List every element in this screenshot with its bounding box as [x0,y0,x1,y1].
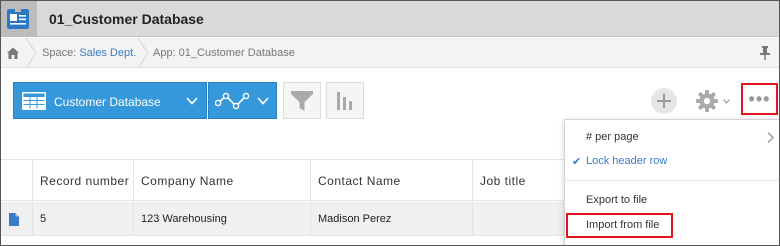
cell-job-title [472,202,564,236]
more-icon: ••• [748,89,771,109]
pin-icon[interactable] [759,46,771,60]
table-view-icon [22,92,46,110]
import-highlight-box [566,213,673,238]
add-record-button[interactable] [651,88,677,114]
column-header-icon [1,160,32,202]
breadcrumb-separator [25,38,37,68]
chart-button[interactable] [326,82,364,119]
column-header-contact-name[interactable]: Contact Name [310,160,472,202]
app-icon-container [1,1,37,37]
graph-icon [215,92,249,110]
filter-icon [291,91,313,111]
menu-item-export[interactable]: Export to file [565,194,779,210]
cell-record-number: 5 [32,202,133,236]
cell-contact-name: Madison Perez [310,202,472,236]
menu-item-lock-header-row[interactable]: ✔ Lock header row [565,155,779,171]
check-icon: ✔ [572,156,582,168]
cell-company-name: 123 Warehousing [133,202,310,236]
view-name: Customer Database [54,95,161,109]
chevron-down-icon [257,97,269,105]
menu-item-lock-header-label: Lock header row [586,155,668,167]
chevron-down-icon [723,99,730,104]
breadcrumb-space: Space: Sales Dept. [42,47,136,59]
column-header-job-title[interactable]: Job title [472,160,564,202]
title-bar: 01_Customer Database [1,1,779,37]
more-options-button[interactable]: ••• [741,83,778,115]
home-icon[interactable] [5,45,21,61]
menu-item-export-label: Export to file [586,194,648,206]
chart-icon [337,92,352,110]
app-icon [7,9,29,29]
app-settings-button[interactable] [695,89,731,113]
breadcrumb-app[interactable]: App: 01_Customer Database [153,47,295,59]
column-header-record-number[interactable]: Record number [32,160,133,202]
record-icon[interactable] [9,213,19,226]
app-title: 01_Customer Database [49,11,204,27]
plus-icon [657,94,671,108]
options-menu: # per page ✔ Lock header row Export to f… [564,119,779,245]
chevron-right-icon [767,132,774,143]
gear-icon [696,90,718,112]
menu-divider [565,180,779,181]
breadcrumb-space-link[interactable]: Sales Dept. [79,47,136,59]
view-selector[interactable]: Customer Database [13,82,207,119]
filter-button[interactable] [283,82,321,119]
chevron-down-icon [186,97,198,105]
breadcrumb-space-prefix: Space: [42,47,80,59]
menu-item-per-page-label: # per page [586,131,639,143]
column-header-company-name[interactable]: Company Name [133,160,310,202]
breadcrumb-separator [137,38,149,68]
graph-view-button[interactable] [208,82,277,119]
app-window: 01_Customer Database Space: Sales Dept. … [0,0,780,246]
breadcrumb: Space: Sales Dept. App: 01_Customer Data… [1,38,779,68]
record-icon-cell[interactable] [1,202,32,236]
menu-item-per-page[interactable]: # per page [565,131,779,147]
